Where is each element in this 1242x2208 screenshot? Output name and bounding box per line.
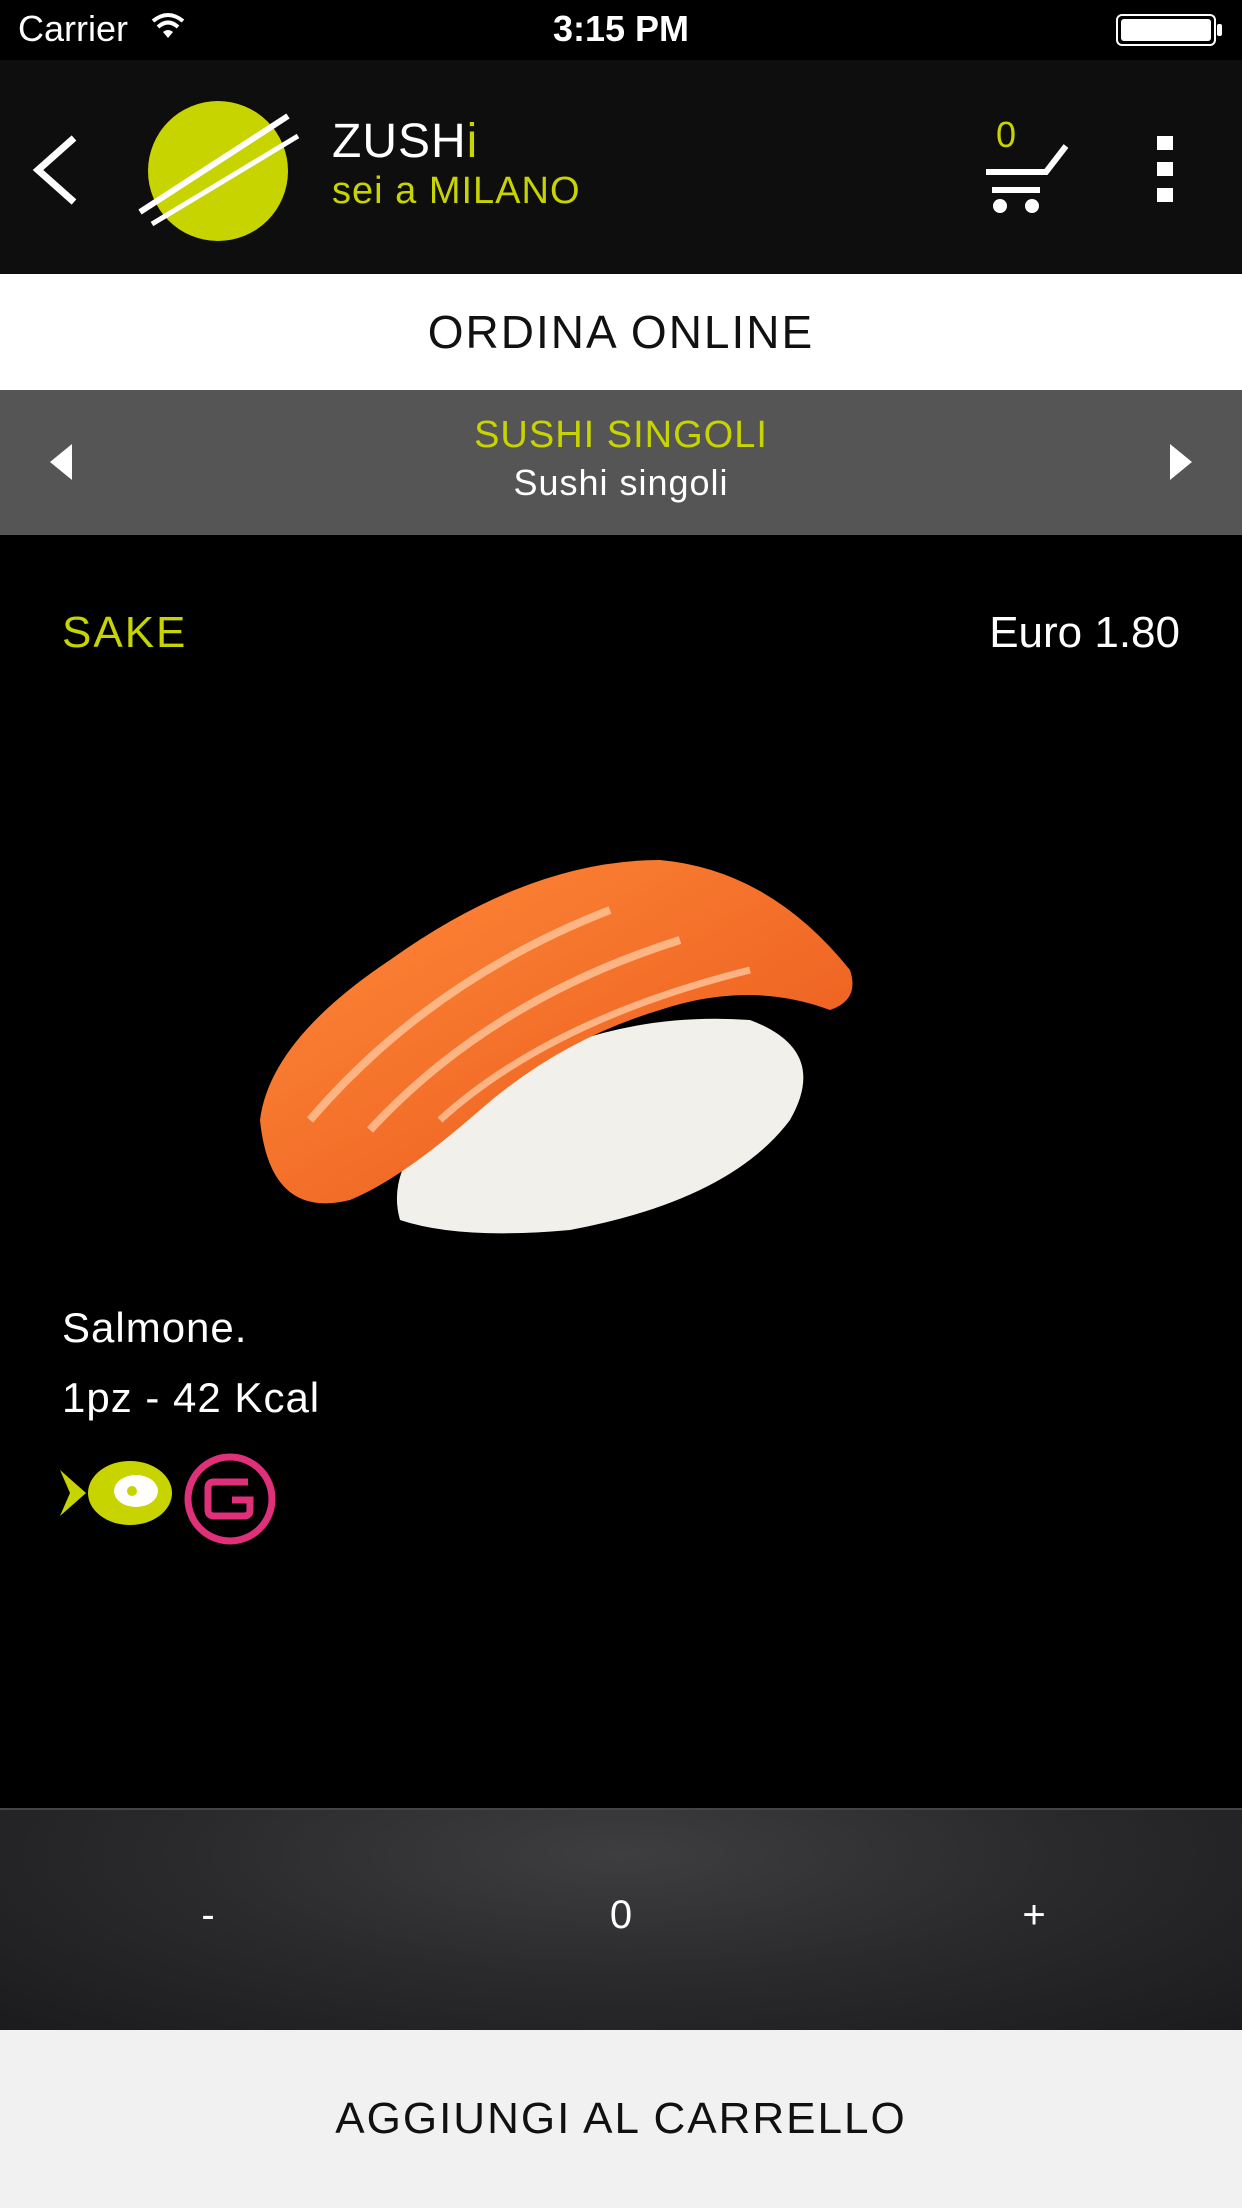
logo xyxy=(138,101,300,241)
app-header: ZUSHi sei a MILANO 0 xyxy=(0,60,1242,274)
fish-icon xyxy=(60,1461,172,1525)
cart-icon[interactable] xyxy=(982,140,1072,220)
product-price: Euro 1.80 xyxy=(989,608,1180,657)
location-label: sei a MILANO xyxy=(332,170,581,212)
brand-name: ZUSHi xyxy=(332,115,479,168)
section-title: ORDINA ONLINE xyxy=(0,274,1242,390)
quantity-stepper: - 0 + xyxy=(0,1808,1242,2032)
add-to-cart-button[interactable]: AGGIUNGI AL CARRELLO xyxy=(0,2030,1242,2208)
back-button[interactable] xyxy=(28,130,88,210)
decrease-quantity-button[interactable]: - xyxy=(180,1810,236,2020)
category-bar: SUSHI SINGOLI Sushi singoli xyxy=(0,390,1242,535)
product-name: SAKE xyxy=(62,608,188,657)
quantity-value: 0 xyxy=(609,1893,633,1937)
next-category-button[interactable] xyxy=(1168,442,1194,482)
gluten-free-icon xyxy=(184,1453,276,1545)
status-time: 3:15 PM xyxy=(552,8,690,49)
status-bar: Carrier 3:15 PM xyxy=(0,0,1242,60)
product-image xyxy=(260,860,853,1234)
product-details: 1pz - 42 Kcal xyxy=(62,1374,321,1421)
product-description: Salmone. xyxy=(62,1304,248,1351)
more-menu-icon[interactable] xyxy=(1155,134,1175,204)
battery-icon xyxy=(1116,14,1222,46)
category-title: SUSHI SINGOLI xyxy=(474,414,768,456)
category-subtitle: Sushi singoli xyxy=(513,462,729,503)
increase-quantity-button[interactable]: + xyxy=(1006,1810,1062,2020)
